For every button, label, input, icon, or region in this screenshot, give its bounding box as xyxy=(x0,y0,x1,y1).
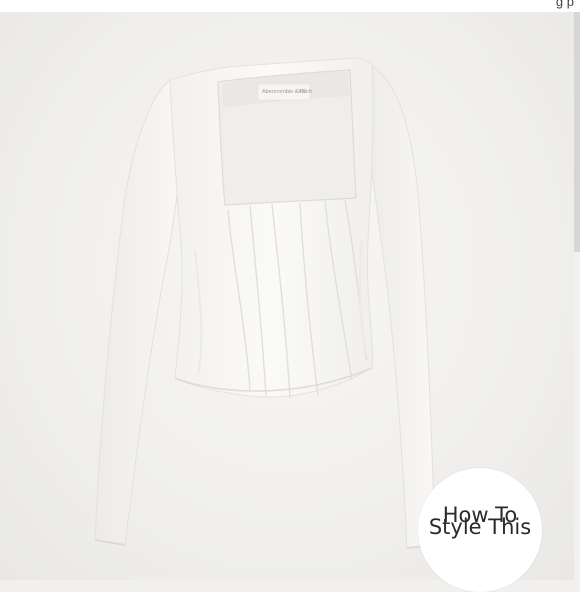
badge-line2: Style This xyxy=(428,515,532,539)
right-sleeve xyxy=(364,64,436,549)
scrollbar-thumb[interactable] xyxy=(574,12,580,252)
top-strip: g p xyxy=(0,0,580,12)
size-label-text: XS xyxy=(298,89,306,95)
how-to-style-button[interactable]: How To Style This xyxy=(418,468,542,592)
scrollbar[interactable] xyxy=(574,0,580,580)
left-sleeve xyxy=(94,79,186,546)
header-partial-text: g p xyxy=(555,0,574,9)
